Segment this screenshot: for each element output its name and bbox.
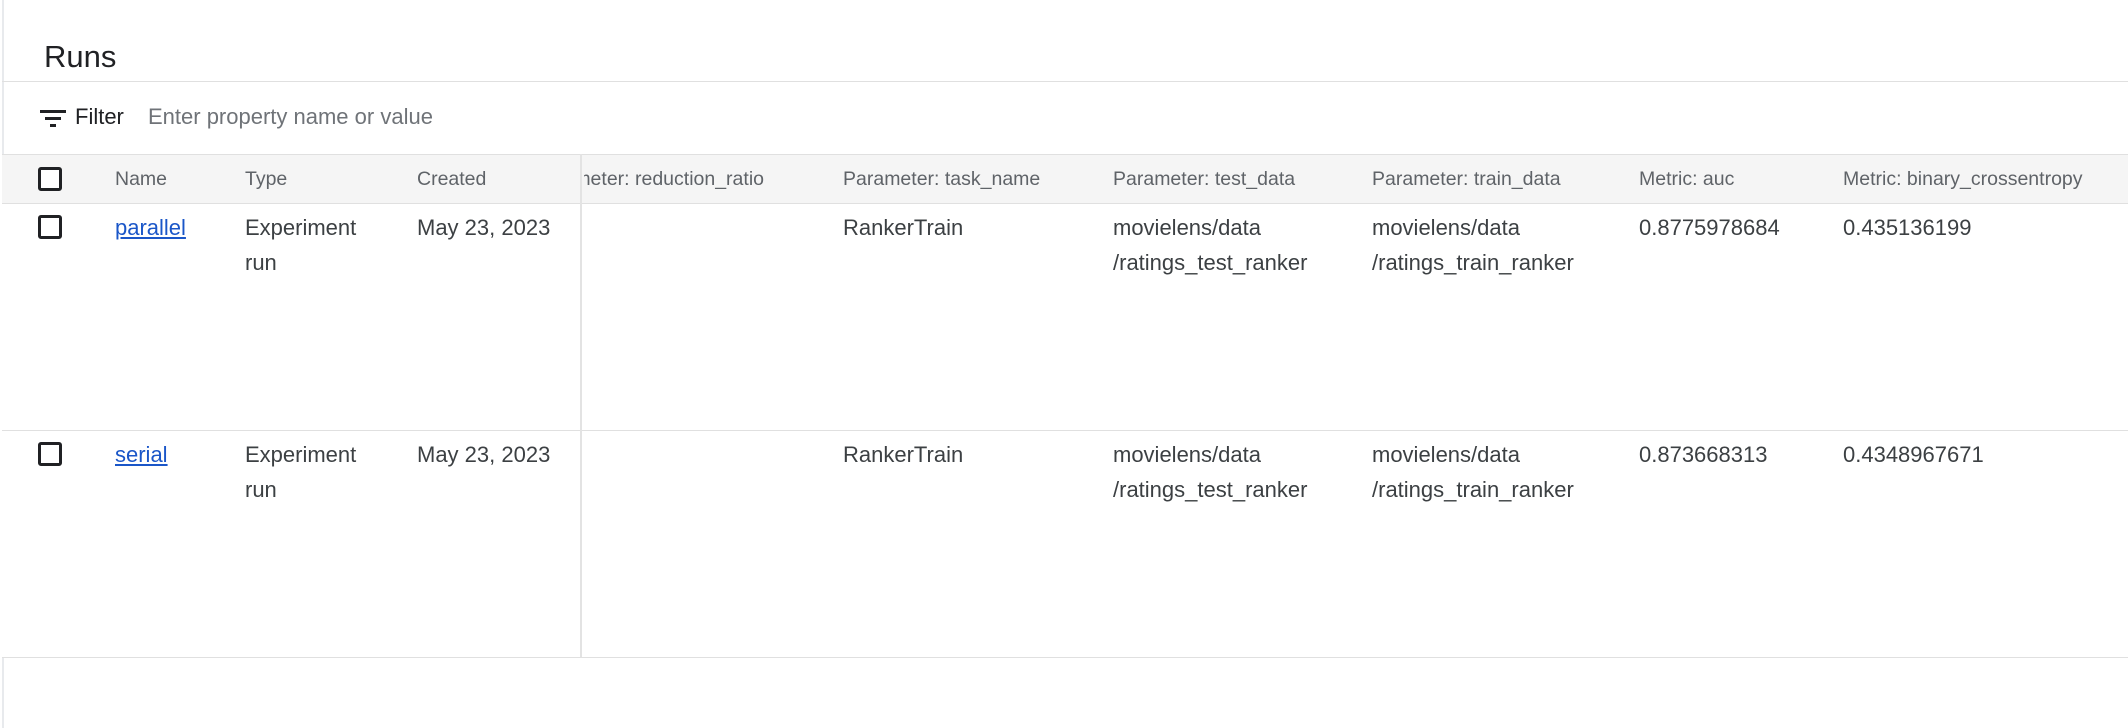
column-header-binary-crossentropy[interactable]: Metric: binary_crossentropy [1843, 168, 2083, 191]
run-type: Experiment run [245, 215, 357, 275]
scrollable-columns-header: Parameter: reduction_ratio Parameter: ta… [584, 155, 2128, 203]
column-header-created[interactable]: Created [417, 168, 486, 191]
filter-list-icon[interactable] [40, 108, 66, 128]
run-task-name: RankerTrain [843, 215, 964, 240]
run-test-data: movielens/data /ratings_test_ranker [1113, 215, 1308, 275]
row-checkbox[interactable] [38, 442, 62, 466]
column-header-name[interactable]: Name [115, 168, 167, 191]
run-name-link[interactable]: parallel [115, 210, 186, 245]
run-type: Experiment run [245, 442, 357, 502]
run-task-name: RankerTrain [843, 442, 964, 467]
sticky-column-divider [580, 154, 582, 657]
scrollable-columns-row: RankerTrain movielens/data /ratings_test… [584, 431, 2128, 657]
run-created: May 23, 2023 [417, 215, 551, 240]
filter-label[interactable]: Filter [75, 104, 124, 130]
run-train-data: movielens/data /ratings_train_ranker [1372, 215, 1574, 275]
run-train-data: movielens/data /ratings_train_ranker [1372, 442, 1574, 502]
page-title: Runs [44, 38, 117, 74]
column-header-train-data[interactable]: Parameter: train_data [1372, 168, 1561, 191]
run-auc: 0.873668313 [1639, 442, 1768, 467]
select-all-checkbox[interactable] [38, 167, 62, 191]
column-header-test-data[interactable]: Parameter: test_data [1113, 168, 1295, 191]
filter-bar: Filter [2, 82, 2128, 153]
table-row: serial Experiment run May 23, 2023 Ranke… [2, 431, 2128, 658]
column-header-auc[interactable]: Metric: auc [1639, 168, 1734, 191]
run-created: May 23, 2023 [417, 442, 551, 467]
run-binary-crossentropy: 0.4348967671 [1843, 442, 1984, 467]
run-auc: 0.8775978684 [1639, 215, 1780, 240]
scrollable-columns-row: RankerTrain movielens/data /ratings_test… [584, 204, 2128, 430]
run-name-link[interactable]: serial [115, 437, 168, 472]
run-binary-crossentropy: 0.435136199 [1843, 215, 1972, 240]
column-header-reduction-ratio[interactable]: Parameter: reduction_ratio [584, 168, 764, 191]
table-header-row: Name Type Created Parameter: reduction_r… [2, 154, 2128, 204]
row-checkbox[interactable] [38, 215, 62, 239]
filter-input[interactable] [148, 98, 848, 136]
column-header-type[interactable]: Type [245, 168, 287, 191]
table-row: parallel Experiment run May 23, 2023 Ran… [2, 204, 2128, 431]
run-test-data: movielens/data /ratings_test_ranker [1113, 442, 1308, 502]
column-header-task-name[interactable]: Parameter: task_name [843, 168, 1040, 191]
